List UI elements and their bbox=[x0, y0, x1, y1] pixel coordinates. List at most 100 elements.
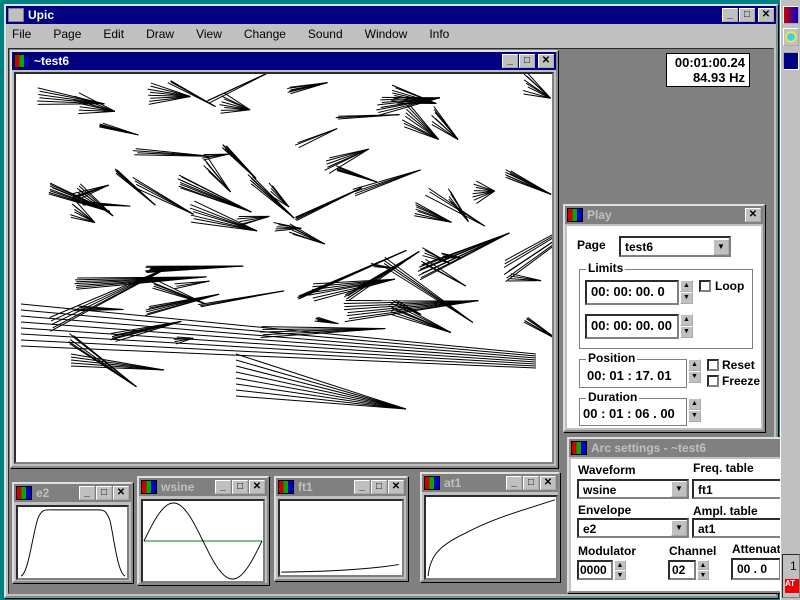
close-button[interactable]: ✕ bbox=[388, 480, 404, 494]
position-value[interactable]: 00: 01 : 17. 01 bbox=[587, 368, 672, 383]
ampl-table-field[interactable]: at1 bbox=[692, 518, 792, 538]
arc-line[interactable] bbox=[192, 211, 258, 232]
page-select-value: test6 bbox=[625, 240, 654, 254]
arc-line[interactable] bbox=[20, 321, 537, 361]
close-button[interactable]: ✕ bbox=[113, 486, 129, 500]
duration-value[interactable]: 00 : 01 : 06 . 00 bbox=[583, 406, 675, 421]
maximize-button[interactable]: □ bbox=[523, 476, 539, 490]
ampl-table-title-bar[interactable]: at1 _ □ ✕ bbox=[422, 474, 558, 492]
arc-line[interactable] bbox=[523, 321, 554, 340]
arc-line[interactable] bbox=[206, 156, 231, 193]
menu-sound[interactable]: Sound bbox=[308, 27, 343, 41]
arc-line[interactable] bbox=[235, 359, 407, 410]
freq-table-title-bar[interactable]: ft1 _ □ ✕ bbox=[276, 478, 406, 496]
arc-line[interactable] bbox=[235, 371, 407, 410]
arc-line[interactable] bbox=[20, 315, 537, 359]
arc-line[interactable] bbox=[235, 353, 407, 410]
arc-line[interactable] bbox=[296, 187, 363, 222]
modulator-spinner[interactable]: ▲ ▼ bbox=[614, 560, 626, 580]
limit-start-spinner[interactable]: ▲ ▼ bbox=[680, 280, 693, 304]
arc-line[interactable] bbox=[135, 187, 194, 215]
limit-end-spinner[interactable]: ▲ ▼ bbox=[680, 314, 693, 338]
arc-line[interactable] bbox=[417, 232, 510, 272]
arc-line[interactable] bbox=[298, 128, 338, 149]
search-icon[interactable] bbox=[783, 28, 799, 46]
menu-edit[interactable]: Edit bbox=[103, 27, 124, 41]
arc-line[interactable] bbox=[504, 203, 554, 265]
menu-window[interactable]: Window bbox=[365, 27, 408, 41]
close-button[interactable]: ✕ bbox=[745, 208, 761, 222]
minimize-button[interactable]: _ bbox=[722, 8, 738, 22]
maximize-button[interactable]: □ bbox=[739, 8, 755, 22]
reset-checkbox[interactable] bbox=[707, 359, 719, 371]
waveform-value: wsine bbox=[583, 483, 617, 497]
close-button[interactable]: ✕ bbox=[540, 476, 556, 490]
arc-line[interactable] bbox=[224, 148, 257, 179]
arc-line[interactable] bbox=[78, 110, 115, 115]
limit-start-field[interactable]: 00: 00: 00. 0 bbox=[585, 280, 679, 305]
arc-line[interactable] bbox=[390, 313, 451, 333]
freq-table-field[interactable]: ft1 bbox=[692, 479, 792, 499]
minimize-button[interactable]: _ bbox=[215, 480, 231, 494]
modulator-value: 0000 bbox=[580, 563, 607, 577]
channel-field[interactable]: 02 bbox=[668, 560, 696, 580]
modulator-field[interactable]: 0000 bbox=[577, 560, 613, 580]
drawing-canvas[interactable] bbox=[14, 72, 554, 464]
chevron-down-icon[interactable]: ▼ bbox=[671, 481, 687, 497]
minimize-button[interactable]: _ bbox=[502, 54, 518, 68]
ampl-table-label: Ampl. table bbox=[693, 504, 758, 518]
arc-line[interactable] bbox=[506, 203, 554, 279]
close-button[interactable]: ✕ bbox=[538, 54, 554, 68]
minimize-button[interactable]: _ bbox=[506, 476, 522, 490]
loop-checkbox[interactable] bbox=[699, 280, 711, 292]
menu-page[interactable]: Page bbox=[53, 27, 81, 41]
arc-line[interactable] bbox=[429, 191, 486, 227]
main-title-bar[interactable]: Upic _ □ ✕ bbox=[6, 6, 776, 24]
menu-change[interactable]: Change bbox=[244, 27, 286, 41]
channel-spinner[interactable]: ▲ ▼ bbox=[697, 560, 709, 580]
arc-line[interactable] bbox=[294, 128, 338, 146]
attenuation-field[interactable]: 00 . 0 bbox=[731, 558, 781, 580]
arc-line[interactable] bbox=[235, 377, 407, 410]
menu-draw[interactable]: Draw bbox=[146, 27, 174, 41]
minimize-button[interactable]: _ bbox=[354, 480, 370, 494]
freeze-checkbox[interactable] bbox=[707, 375, 719, 387]
app-shortcut-icon[interactable] bbox=[783, 6, 799, 24]
arc-line[interactable] bbox=[205, 162, 231, 193]
menu-info[interactable]: Info bbox=[429, 27, 449, 41]
chevron-down-icon[interactable]: ▼ bbox=[713, 239, 729, 255]
position-spinner[interactable]: ▲ ▼ bbox=[688, 359, 701, 383]
limit-end-field[interactable]: 00: 00: 00. 00 bbox=[585, 314, 679, 339]
arc-settings-title-bar[interactable]: Arc settings - ~test6 bbox=[569, 439, 785, 457]
waveform-title-bar[interactable]: wsine _ □ ✕ bbox=[139, 478, 267, 496]
minimize-button[interactable]: _ bbox=[79, 486, 95, 500]
arc-settings-window: Arc settings - ~test6 Waveform wsine ▼ F… bbox=[567, 437, 792, 593]
arc-line[interactable] bbox=[250, 183, 295, 219]
maximize-button[interactable]: □ bbox=[519, 54, 535, 68]
menu-view[interactable]: View bbox=[196, 27, 222, 41]
menu-file[interactable]: File bbox=[12, 27, 31, 41]
arc-line[interactable] bbox=[348, 251, 420, 301]
arc-line[interactable] bbox=[51, 266, 170, 325]
play-title-bar[interactable]: Play ✕ bbox=[565, 206, 763, 224]
arc-line[interactable] bbox=[450, 201, 469, 222]
document-title-bar[interactable]: ~test6 _ □ ✕ bbox=[12, 52, 556, 70]
menu-bar: File Page Edit Draw View Change Sound Wi… bbox=[6, 24, 776, 44]
close-button[interactable]: ✕ bbox=[758, 8, 774, 22]
arc-line[interactable] bbox=[235, 389, 407, 410]
close-button[interactable]: ✕ bbox=[249, 480, 265, 494]
maximize-button[interactable]: □ bbox=[232, 480, 248, 494]
maximize-button[interactable]: □ bbox=[371, 480, 387, 494]
envelope-title-bar[interactable]: e2 _ □ ✕ bbox=[14, 484, 131, 502]
duration-spinner[interactable]: ▲ ▼ bbox=[688, 398, 701, 422]
maximize-button[interactable]: □ bbox=[96, 486, 112, 500]
chevron-down-icon[interactable]: ▼ bbox=[671, 520, 687, 536]
arc-line[interactable] bbox=[508, 177, 552, 195]
arc-line[interactable] bbox=[200, 290, 285, 308]
arc-line[interactable] bbox=[354, 169, 421, 197]
arc-line[interactable] bbox=[290, 82, 328, 95]
arc-line[interactable] bbox=[209, 72, 270, 104]
upic-shortcut-icon[interactable] bbox=[783, 52, 799, 70]
ati-icon[interactable]: AT bbox=[785, 579, 799, 593]
arc-line[interactable] bbox=[337, 170, 377, 183]
